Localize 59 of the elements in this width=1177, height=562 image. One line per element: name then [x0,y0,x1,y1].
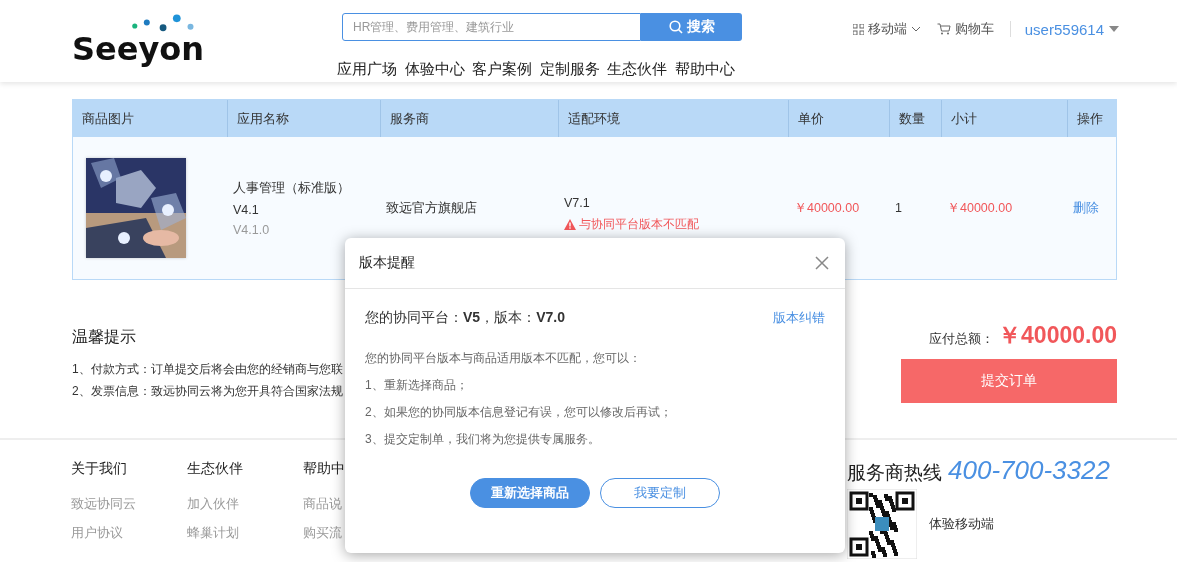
search-button[interactable]: 搜索 [641,13,742,41]
footer-link[interactable]: 蜂巢计划 [187,525,303,542]
environment-version: V7.1 [564,195,590,210]
hotline-number: 400-700-3322 [948,455,1110,486]
dialog-option: 1、重新选择商品； [365,372,825,399]
chevron-down-icon [910,26,921,32]
qr-caption: 体验移动端 [929,515,994,533]
reselect-button[interactable]: 重新选择商品 [470,478,590,508]
unit-price: ￥40000.00 [794,199,860,217]
nav-link[interactable]: 生态伙伴 [607,60,675,79]
nav-link[interactable]: 体验中心 [404,60,472,79]
user-menu[interactable]: user559614 [1024,20,1119,38]
tip-text: 1、付款方式：订单提交后将会由您的经销商与您联 [72,361,343,378]
dialog-title: 版本提醒 [359,254,415,272]
close-icon [815,256,829,270]
cart-icon [936,23,951,35]
quantity: 1 [895,201,902,215]
nav-link[interactable]: 帮助中心 [674,60,742,79]
delete-link[interactable]: 删除 [1073,199,1099,217]
footer-heading: 生态伙伴 [187,460,244,478]
footer-link[interactable]: 商品说 [303,496,343,513]
search-field[interactable]: HR管理、费用管理、建筑行业 [342,13,641,41]
total-label: 应付总额： [929,330,995,348]
header-link[interactable]: 购物车 [936,20,994,38]
nav-link[interactable]: 客户案例 [472,60,540,79]
sub-version: V4.1.0 [233,222,270,237]
app-version: V4.1 [233,202,259,217]
app-name: 人事管理（标准版） [233,179,350,197]
platform-info: 您的协同平台：V5，版本：V7.0 [365,309,565,327]
grid-icon [852,23,864,35]
warning-icon [564,218,576,230]
nav-link[interactable]: 定制服务 [539,60,607,79]
column-header: 商品图片 [81,109,135,128]
footer-link[interactable]: 用户协议 [71,525,187,542]
close-button[interactable] [813,254,831,272]
footer-heading: 关于我们 [71,460,128,478]
tip-text: 2、发票信息：致远协同云将为您开具符合国家法规 [72,383,343,400]
subtotal: ￥40000.00 [947,199,1013,217]
customize-button[interactable]: 我要定制 [600,478,720,508]
warning-text: 与协同平台版本不匹配 [579,215,699,233]
header-link[interactable]: 移动端 [852,20,921,38]
total-amount: ￥40000.00 [998,321,1117,350]
caret-down-icon [1109,26,1119,32]
footer-link[interactable]: 购买流 [303,525,343,542]
nav-link[interactable]: 应用广场 [337,60,405,79]
vendor-name: 致远官方旗舰店 [386,199,477,217]
footer-link[interactable]: 加入伙伴 [187,496,303,513]
qr-code-icon [847,489,917,559]
version-correction-link[interactable]: 版本纠错 [773,309,825,327]
logo-text: Seeyon [72,32,205,66]
footer-link[interactable]: 致远协同云 [71,496,187,513]
search-icon [668,20,683,34]
dialog-option: 2、如果您的协同版本信息登记有误，您可以修改后再试； [365,399,825,426]
dialog-option: 3、提交定制单，我们将为您提供专属服务。 [365,426,825,453]
dialog-message: 您的协同平台版本与商品适用版本不匹配，您可以： [365,350,642,367]
submit-order-button[interactable]: 提交订单 [901,359,1117,403]
footer-heading: 帮助中 [303,460,343,478]
hotline-label: 服务商热线 [847,461,942,485]
tips-title: 温馨提示 [72,327,137,347]
